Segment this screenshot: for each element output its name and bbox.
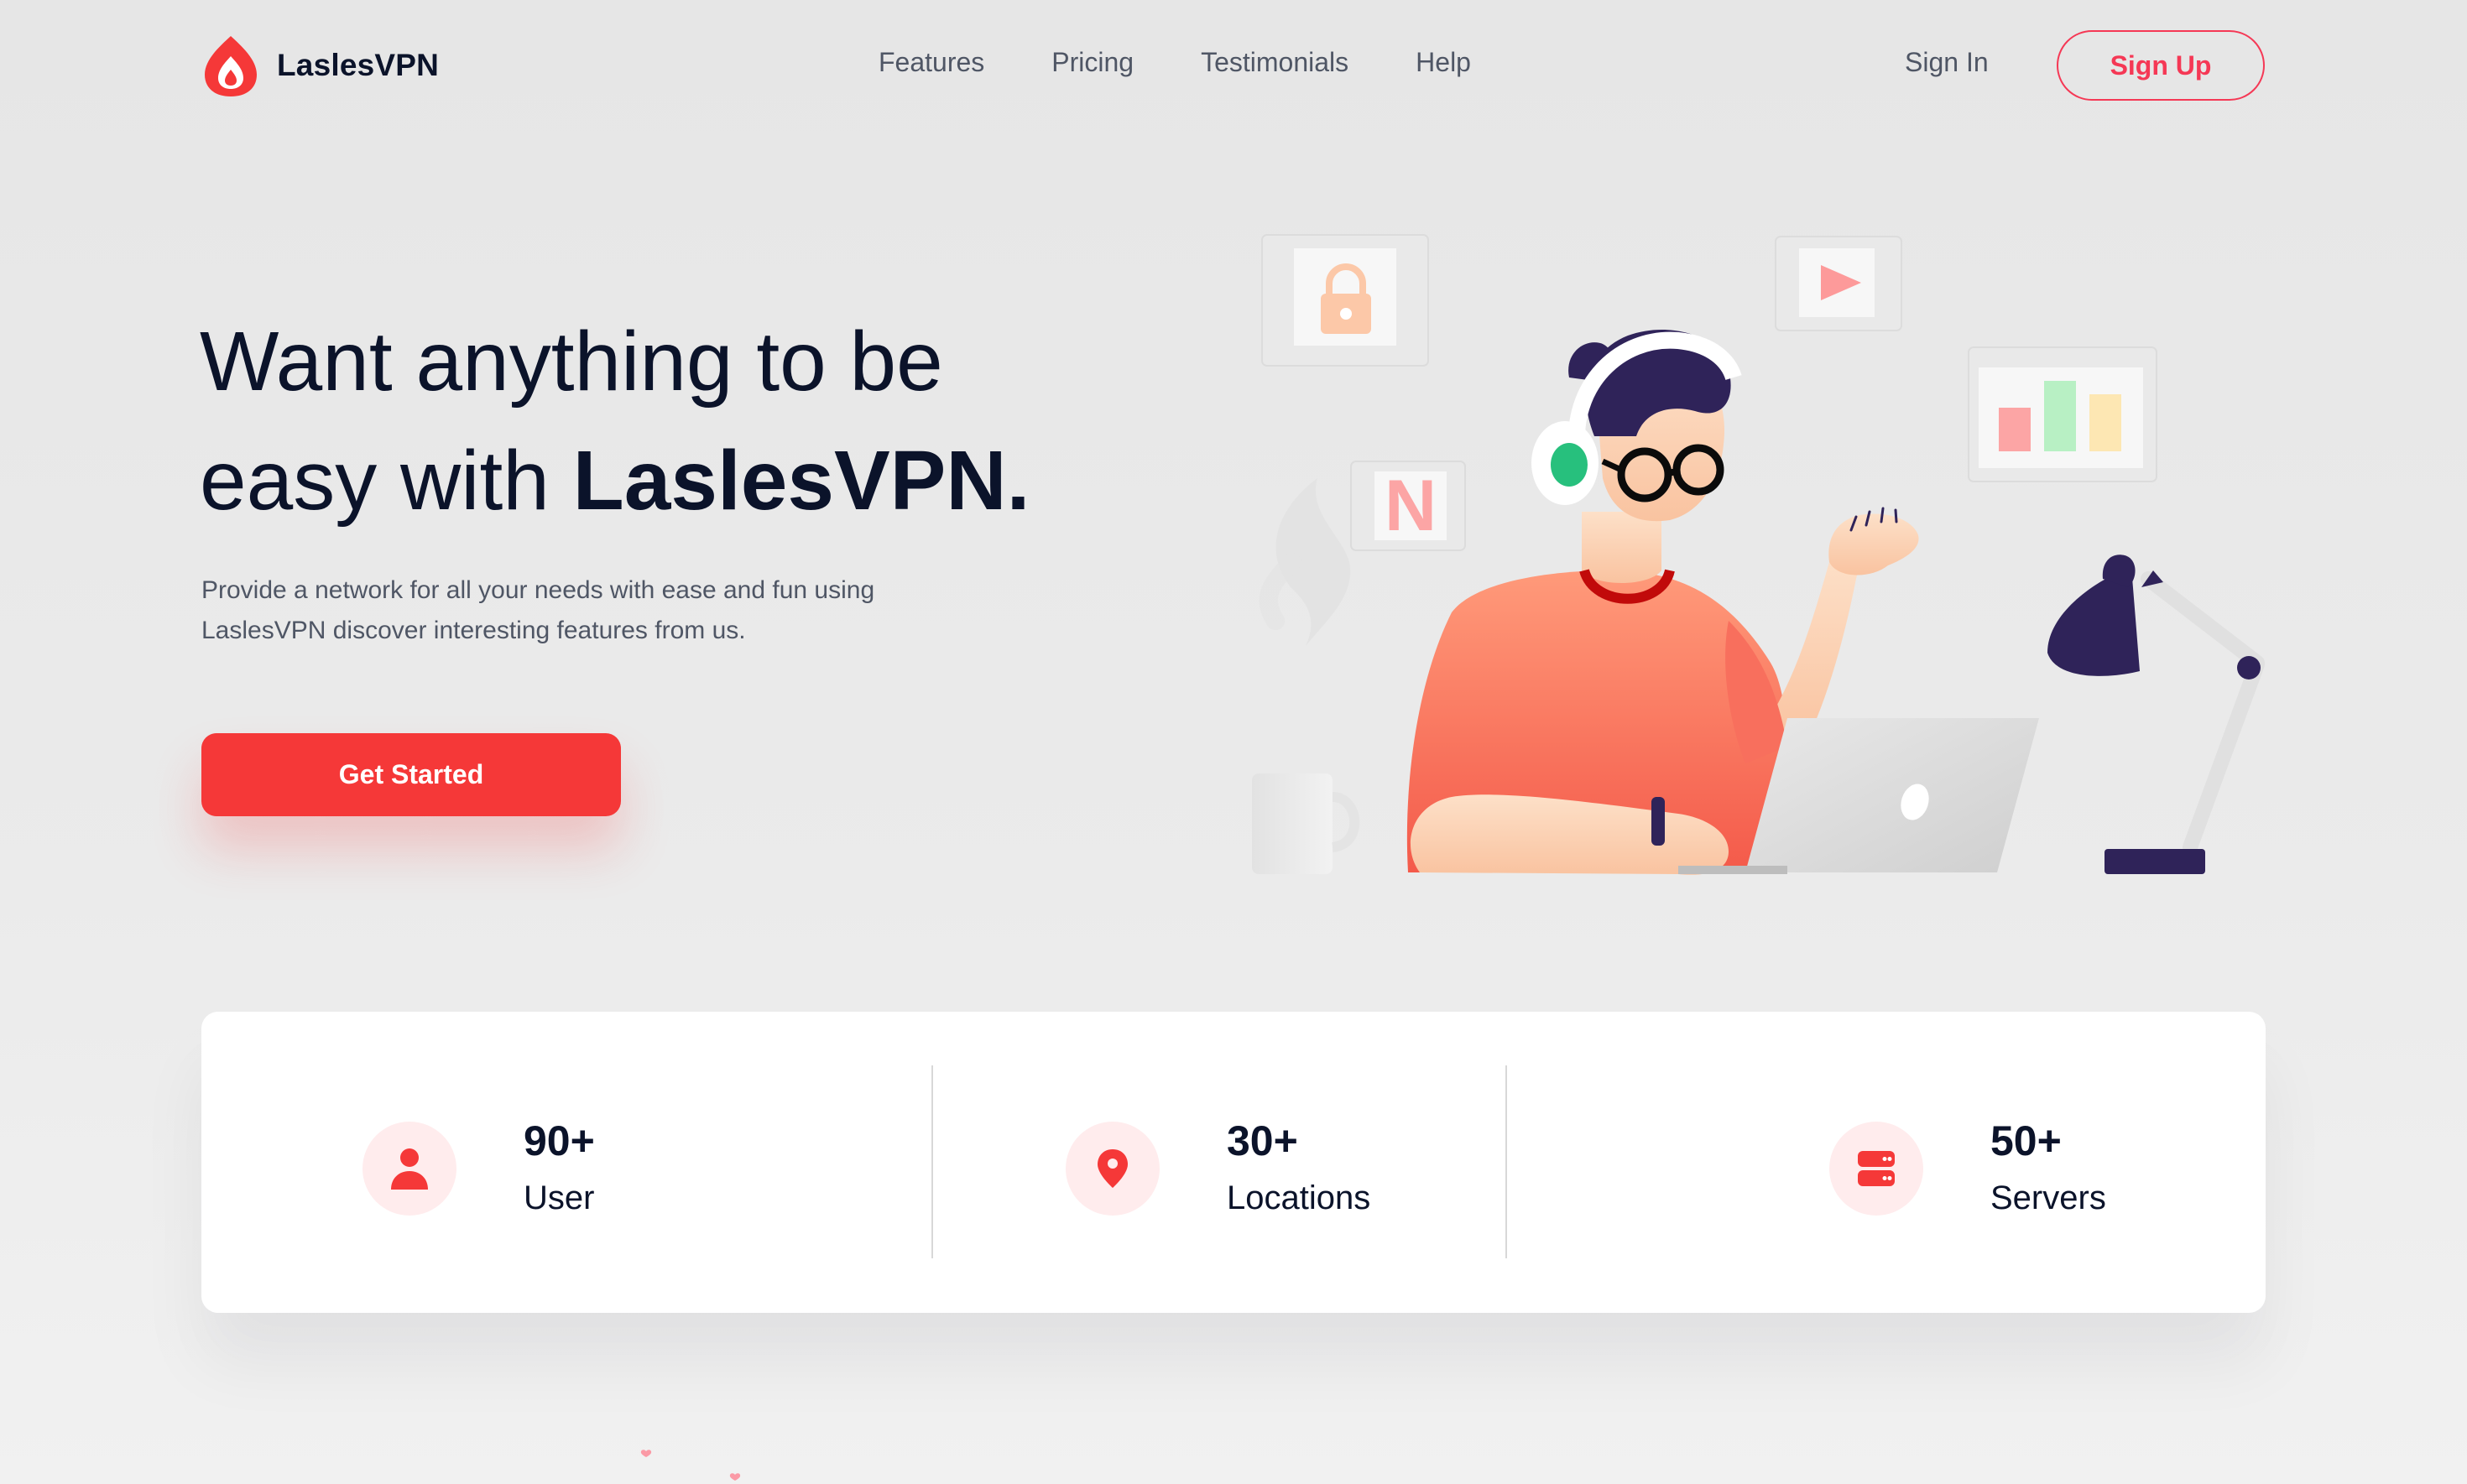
sign-up-button[interactable]: Sign Up xyxy=(2057,30,2265,101)
hero-title: Want anything to be easy with LaslesVPN. xyxy=(200,302,1123,540)
nav-link-testimonials[interactable]: Testimonials xyxy=(1201,47,1348,78)
stat-users: 90+ User xyxy=(362,1116,595,1221)
hero-title-brand: LaslesVPN. xyxy=(572,434,1030,528)
stats-card: 90+ User 30+ Locations 50+ Servers xyxy=(201,1012,2266,1313)
stat-divider xyxy=(931,1065,933,1258)
stat-label: User xyxy=(524,1179,595,1216)
nav-link-pricing[interactable]: Pricing xyxy=(1051,47,1134,78)
main-nav: Features Pricing Testimonials Help xyxy=(879,47,1538,78)
nav-link-help[interactable]: Help xyxy=(1416,47,1471,78)
netflix-n-icon: N xyxy=(1350,461,1466,551)
nav-link-features[interactable]: Features xyxy=(879,47,984,78)
stat-servers: 50+ Servers xyxy=(1829,1116,2106,1221)
hero-title-line1: Want anything to be xyxy=(200,315,943,409)
hero-title-line2: easy with xyxy=(200,434,573,528)
coffee-mug xyxy=(1252,773,1360,874)
location-pin-icon xyxy=(1066,1122,1160,1216)
stat-label: Servers xyxy=(1990,1179,2106,1216)
desk-lamp xyxy=(2047,555,2265,874)
hero-description: Provide a network for all your needs wit… xyxy=(201,570,1007,651)
netflix-letter: N xyxy=(1385,466,1437,546)
stat-divider xyxy=(1505,1065,1507,1258)
flame-drop-logo-icon xyxy=(205,36,257,96)
stat-locations: 30+ Locations xyxy=(1066,1116,1370,1221)
lock-icon xyxy=(1261,234,1429,367)
stat-locations-text: 30+ Locations xyxy=(1227,1116,1370,1221)
stat-value: 30+ xyxy=(1227,1117,1298,1164)
user-icon xyxy=(362,1122,456,1216)
play-icon xyxy=(1775,236,1902,331)
mug-steam xyxy=(1259,478,1351,646)
hero-description-line2: LaslesVPN discover interesting features … xyxy=(201,617,746,644)
hero-illustration: N xyxy=(1252,234,2265,875)
sign-in-link[interactable]: Sign In xyxy=(1905,47,1989,78)
server-icon xyxy=(1829,1122,1923,1216)
hero-description-line1: Provide a network for all your needs wit… xyxy=(201,576,875,604)
stat-value: 50+ xyxy=(1990,1117,2062,1164)
decorative-hearts-icon xyxy=(640,1450,741,1481)
bar-chart-icon xyxy=(1968,346,2157,482)
stat-users-text: 90+ User xyxy=(524,1116,595,1221)
stat-servers-text: 50+ Servers xyxy=(1990,1116,2106,1221)
navbar: LaslesVPN Features Pricing Testimonials … xyxy=(0,0,2467,134)
get-started-button[interactable]: Get Started xyxy=(201,733,621,816)
stat-label: Locations xyxy=(1227,1179,1371,1216)
logo-text: LaslesVPN xyxy=(277,48,440,82)
logo[interactable]: LaslesVPN xyxy=(200,32,439,99)
stat-value: 90+ xyxy=(524,1117,595,1164)
